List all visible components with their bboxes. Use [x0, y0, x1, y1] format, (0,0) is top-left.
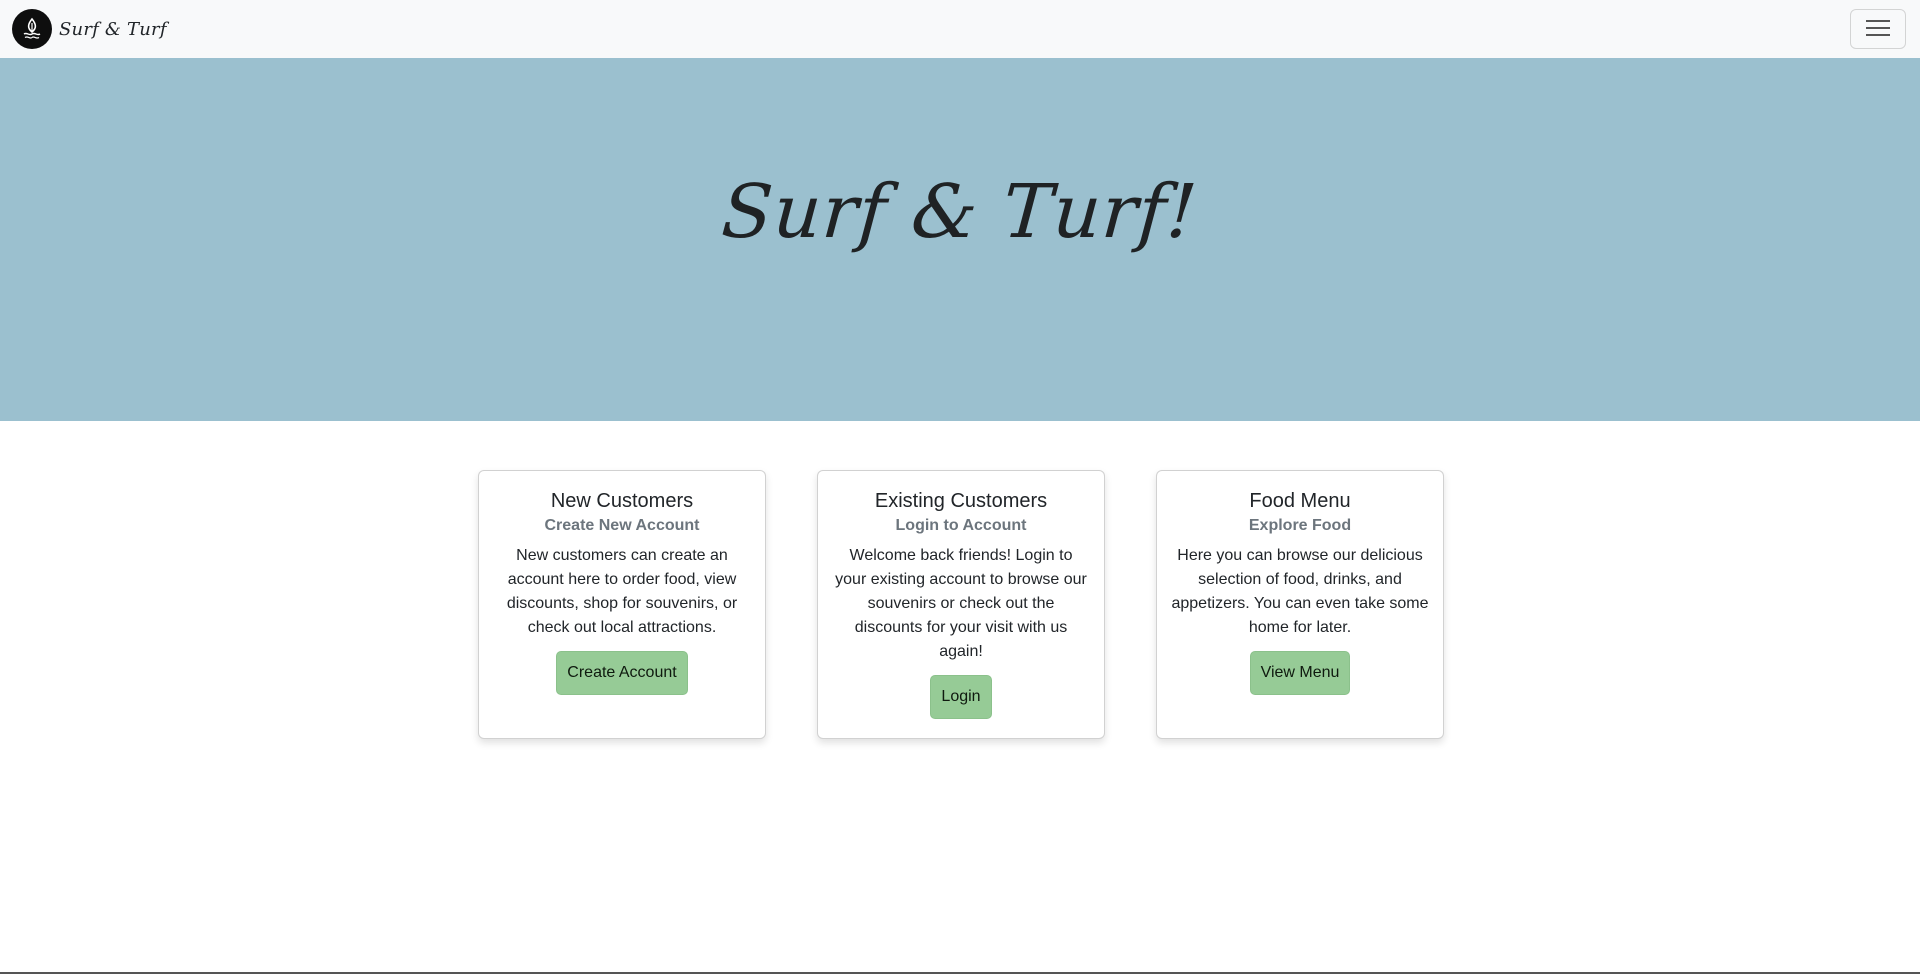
- card-subtitle: Create New Account: [544, 517, 700, 534]
- brand-name: Surf & Turf: [59, 18, 167, 40]
- create-account-button[interactable]: Create Account: [556, 651, 688, 695]
- card-food-menu: Food Menu Explore Food Here you can brow…: [1156, 470, 1444, 739]
- hamburger-menu-button[interactable]: [1850, 9, 1906, 49]
- card-group: New Customers Create New Account New cus…: [478, 470, 1444, 739]
- card-title: Food Menu: [1249, 490, 1351, 512]
- card-text: Welcome back friends! Login to your exis…: [835, 547, 1087, 660]
- card-text: Here you can browse our delicious select…: [1171, 547, 1429, 636]
- surf-turf-logo-icon: [12, 9, 52, 49]
- view-menu-button[interactable]: View Menu: [1249, 651, 1351, 695]
- card-title: Existing Customers: [874, 490, 1048, 512]
- card-new-customers: New Customers Create New Account New cus…: [478, 470, 766, 739]
- card-title: New Customers: [550, 490, 694, 512]
- navbar: Surf & Turf: [0, 0, 1920, 58]
- card-text: New customers can create an account here…: [506, 547, 738, 636]
- card-subtitle: Login to Account: [895, 517, 1027, 534]
- brand-link[interactable]: Surf & Turf: [12, 9, 167, 49]
- card-subtitle: Explore Food: [1248, 517, 1352, 534]
- hamburger-menu-icon: [1865, 18, 1891, 41]
- hero-title: Surf & Turf!: [719, 168, 1201, 255]
- login-button[interactable]: Login: [930, 675, 992, 719]
- card-existing-customers: Existing Customers Login to Account Welc…: [817, 470, 1105, 739]
- hero-banner: Surf & Turf!: [0, 58, 1920, 421]
